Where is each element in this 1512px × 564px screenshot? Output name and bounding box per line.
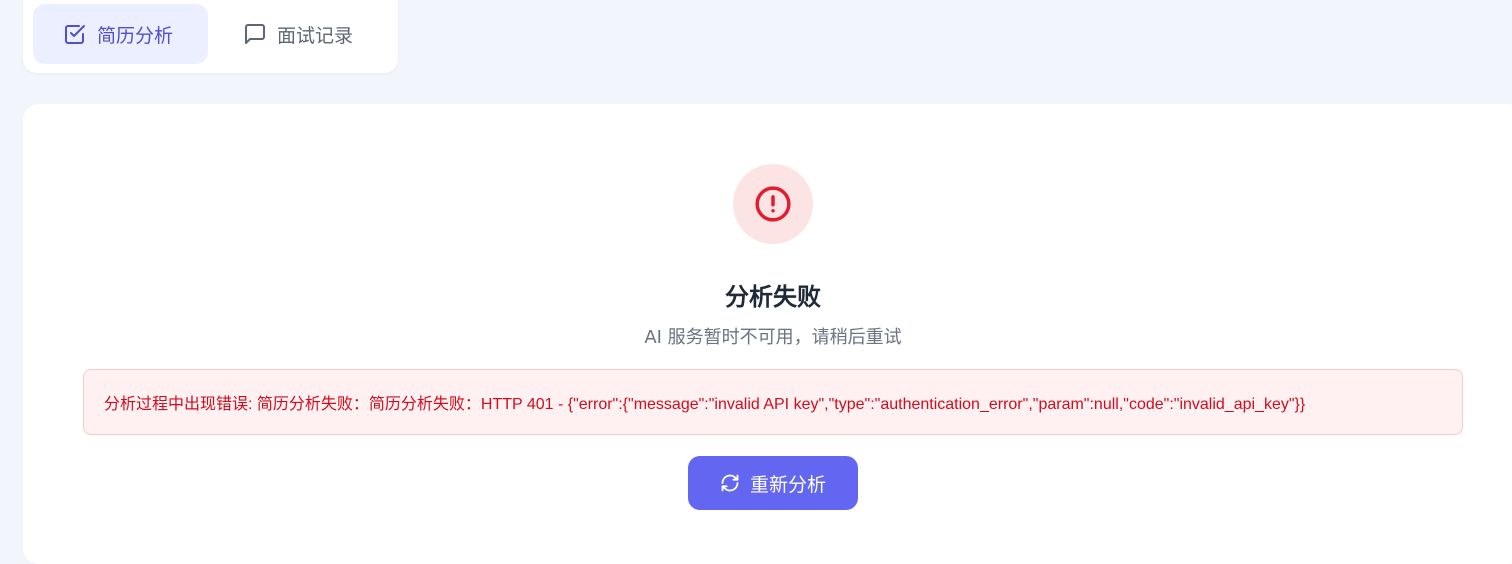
alert-circle-icon bbox=[754, 185, 792, 223]
error-icon-badge bbox=[733, 164, 813, 244]
chat-bubble-icon bbox=[243, 22, 267, 46]
tab-interview-records[interactable]: 面试记录 bbox=[233, 4, 383, 64]
error-title: 分析失败 bbox=[725, 283, 821, 311]
tab-label: 简历分析 bbox=[97, 24, 174, 47]
tab-bar: 简历分析 面试记录 bbox=[23, 0, 398, 73]
tab-resume-analysis[interactable]: 简历分析 bbox=[33, 4, 208, 64]
error-detail-box: 分析过程中出现错误: 简历分析失败：简历分析失败：HTTP 401 - {"er… bbox=[83, 369, 1463, 435]
error-detail-text: 分析过程中出现错误: 简历分析失败：简历分析失败：HTTP 401 - {"er… bbox=[104, 396, 1306, 413]
checkbox-icon bbox=[63, 22, 87, 46]
analysis-result-card: 分析失败 AI 服务暂时不可用，请稍后重试 分析过程中出现错误: 简历分析失败：… bbox=[23, 104, 1512, 564]
retry-analysis-button[interactable]: 重新分析 bbox=[688, 456, 858, 510]
refresh-icon bbox=[720, 473, 740, 493]
error-subtitle: AI 服务暂时不可用，请稍后重试 bbox=[644, 327, 902, 348]
retry-label: 重新分析 bbox=[749, 473, 826, 496]
tab-label: 面试记录 bbox=[277, 24, 354, 47]
